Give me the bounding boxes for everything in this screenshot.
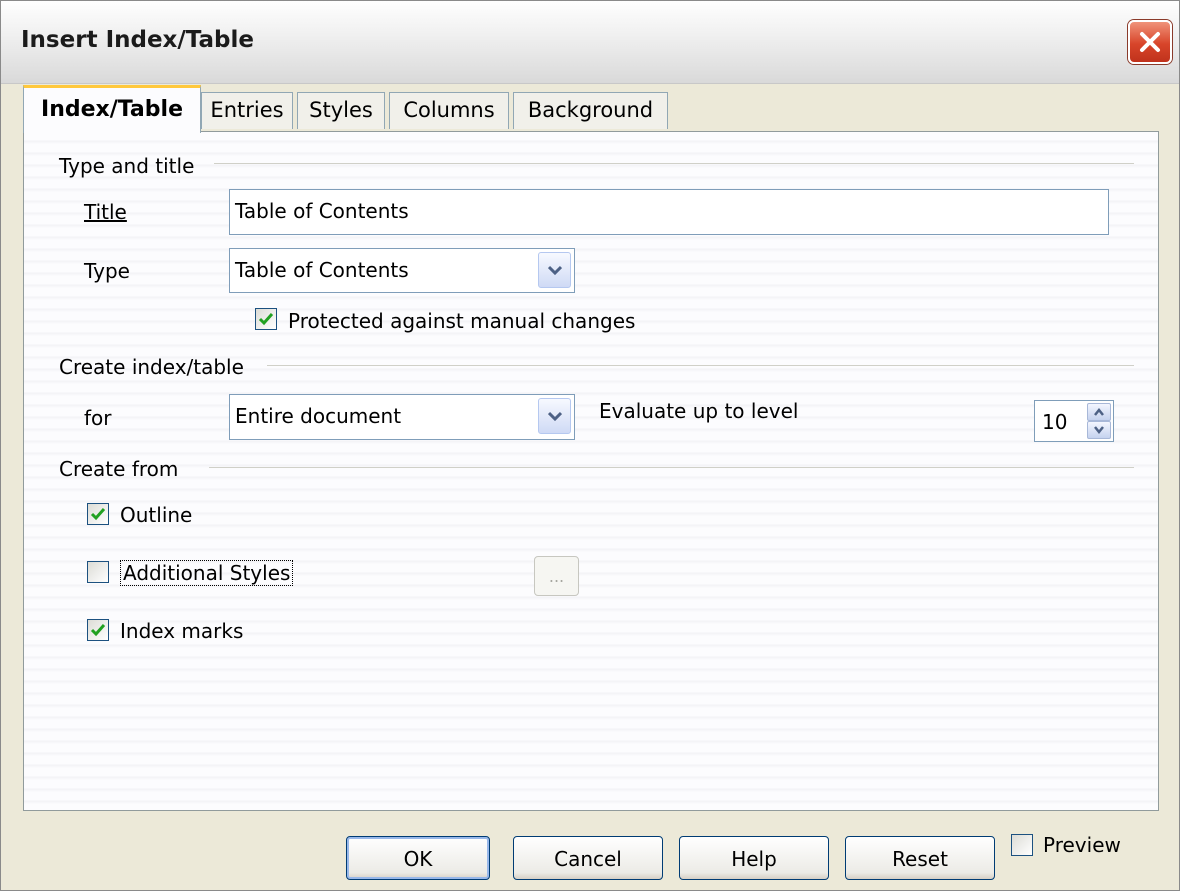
type-selected-value: Table of Contents	[235, 258, 409, 282]
additional-styles-label[interactable]: Additional Styles	[120, 560, 294, 586]
title-input[interactable]: Table of Contents	[229, 189, 1109, 235]
for-label: for	[84, 406, 112, 430]
chevron-down-icon	[548, 265, 562, 275]
tab-panel-index-table: Type and title Title Table of Contents T…	[23, 131, 1159, 811]
tab-styles[interactable]: Styles	[297, 92, 385, 129]
title-bar[interactable]: Insert Index/Table	[1, 1, 1179, 84]
insert-index-table-dialog: Insert Index/Table Index/Table Entries S…	[0, 0, 1180, 891]
scope-dropdown[interactable]: Entire document	[229, 394, 575, 440]
title-label: Title	[84, 200, 127, 224]
arrow-down-icon	[1094, 426, 1104, 434]
additional-styles-checkbox[interactable]	[87, 561, 109, 583]
section-divider	[209, 467, 1134, 468]
preview-label[interactable]: Preview	[1043, 833, 1121, 857]
arrow-up-icon	[1094, 408, 1104, 416]
level-value: 10	[1042, 410, 1068, 434]
tab-index-table[interactable]: Index/Table	[23, 85, 201, 133]
create-index-heading: Create index/table	[59, 355, 244, 379]
protected-label[interactable]: Protected against manual changes	[288, 309, 635, 333]
index-marks-checkbox[interactable]	[87, 619, 109, 641]
tab-columns[interactable]: Columns	[389, 92, 509, 129]
protected-checkbox[interactable]	[255, 308, 277, 330]
type-label: Type	[84, 259, 130, 283]
type-dropdown[interactable]: Table of Contents	[229, 248, 575, 293]
chevron-down-icon	[548, 411, 562, 421]
checkmark-icon	[90, 624, 106, 637]
window-title: Insert Index/Table	[21, 27, 254, 53]
cancel-button[interactable]: Cancel	[513, 836, 663, 880]
scope-selected-value: Entire document	[235, 404, 402, 428]
outline-label[interactable]: Outline	[120, 503, 192, 527]
close-button[interactable]	[1128, 20, 1172, 64]
checkmark-icon	[258, 313, 274, 326]
index-marks-label[interactable]: Index marks	[120, 619, 243, 643]
assign-styles-button[interactable]: ...	[534, 556, 579, 596]
outline-checkbox[interactable]	[87, 503, 109, 525]
type-and-title-heading: Type and title	[59, 154, 195, 178]
preview-checkbox[interactable]	[1011, 834, 1033, 856]
help-button[interactable]: Help	[679, 836, 829, 880]
reset-button[interactable]: Reset	[845, 836, 995, 880]
tab-entries[interactable]: Entries	[201, 92, 293, 129]
checkmark-icon	[90, 508, 106, 521]
evaluate-level-label: Evaluate up to level	[599, 399, 799, 423]
level-spinbox[interactable]: 10	[1034, 400, 1114, 442]
type-dropdown-button[interactable]	[538, 252, 571, 288]
scope-dropdown-button[interactable]	[538, 398, 571, 434]
ok-button[interactable]: OK	[346, 836, 490, 880]
section-divider	[267, 365, 1134, 366]
tab-background[interactable]: Background	[513, 92, 668, 129]
level-increment-button[interactable]	[1087, 403, 1111, 421]
create-from-heading: Create from	[59, 457, 179, 481]
close-icon	[1140, 32, 1160, 52]
level-decrement-button[interactable]	[1087, 421, 1111, 439]
section-divider	[214, 163, 1134, 164]
